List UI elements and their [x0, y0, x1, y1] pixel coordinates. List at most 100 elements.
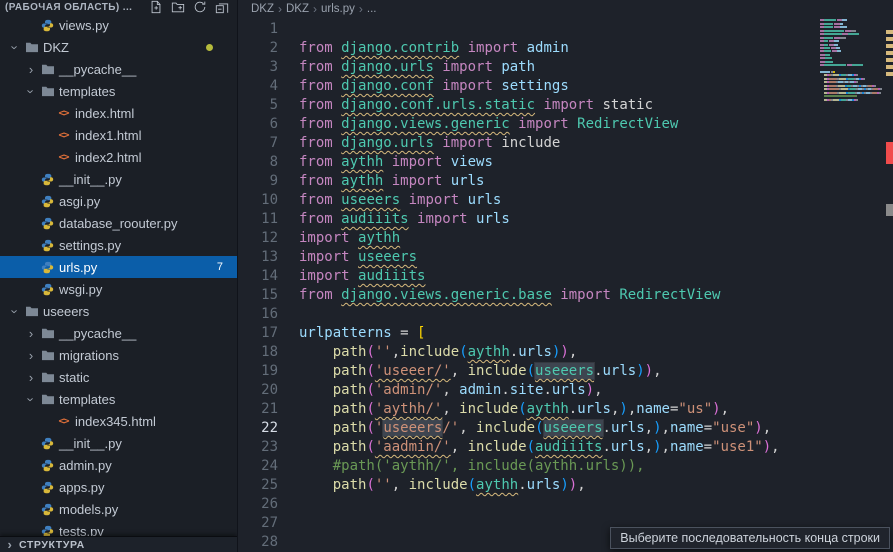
line-number[interactable]: 5 [238, 96, 278, 115]
line-number[interactable]: 15 [238, 286, 278, 305]
code-line-text[interactable]: from django.urls import include [278, 134, 560, 153]
code-line-text[interactable]: path('',include(aythh.urls)), [278, 343, 577, 362]
tree-item-admin.py[interactable]: admin.py [0, 454, 237, 476]
tree-item-tests.py[interactable]: tests.py [0, 520, 237, 537]
line-number[interactable]: 19 [238, 362, 278, 381]
code-line-text[interactable]: path('aythh/', include(aythh.urls,),name… [278, 400, 729, 419]
folder-icon [38, 85, 57, 97]
breadcrumb-separator-icon: › [359, 2, 363, 16]
code-line-text[interactable]: from django.conf.urls.static import stat… [278, 96, 653, 115]
tree-item-settings.py[interactable]: settings.py [0, 234, 237, 256]
overview-ruler[interactable] [886, 0, 893, 552]
line-number[interactable]: 10 [238, 191, 278, 210]
code-line-text[interactable]: from aythh import urls [278, 172, 484, 191]
line-number[interactable]: 2 [238, 39, 278, 58]
line-number[interactable]: 3 [238, 58, 278, 77]
code-line-text[interactable] [278, 20, 299, 39]
line-number[interactable]: 23 [238, 438, 278, 457]
line-number[interactable]: 8 [238, 153, 278, 172]
line-number[interactable]: 7 [238, 134, 278, 153]
code-line-text[interactable]: import useeers [278, 248, 417, 267]
tree-item-views.py[interactable]: views.py [0, 14, 237, 36]
code-line-text[interactable]: path('admin/', admin.site.urls), [278, 381, 603, 400]
code-line-text[interactable]: path('aadmin/', include(audiiits.urls,),… [278, 438, 780, 457]
line-number[interactable]: 9 [238, 172, 278, 191]
line-number[interactable]: 22 [238, 419, 278, 438]
code-line-text[interactable]: import aythh [278, 229, 400, 248]
code-line: 1 [238, 20, 819, 39]
collapse-all-icon[interactable] [215, 0, 229, 14]
tree-item-useeers[interactable]: ›useeers [0, 300, 237, 322]
line-number[interactable]: 11 [238, 210, 278, 229]
code-line: 12import aythh [238, 229, 819, 248]
breadcrumb-item[interactable]: ... [367, 3, 377, 15]
code-line-text[interactable]: from useeers import urls [278, 191, 501, 210]
code-line: 19 path('useeer/', include(useeers.urls)… [238, 362, 819, 381]
problems-badge: 7 [217, 261, 223, 273]
tree-item-index345.html[interactable]: <>index345.html [0, 410, 237, 432]
line-number[interactable]: 4 [238, 77, 278, 96]
tree-item-__pycache__[interactable]: ›__pycache__ [0, 58, 237, 80]
tree-item-asgi.py[interactable]: asgi.py [0, 190, 237, 212]
code-line-text[interactable]: from django.views.generic import Redirec… [278, 115, 678, 134]
line-number[interactable]: 20 [238, 381, 278, 400]
code-line-text[interactable]: urlpatterns = [ [278, 324, 425, 343]
html-file-icon: <> [54, 416, 73, 427]
breadcrumb-item[interactable]: DKZ [286, 3, 309, 15]
python-file-icon [38, 239, 57, 252]
line-number[interactable]: 27 [238, 514, 278, 533]
tree-item-templates[interactable]: ›templates [0, 80, 237, 102]
python-file-icon [38, 19, 57, 32]
tree-item-static[interactable]: ›static [0, 366, 237, 388]
tree-item-wsgi.py[interactable]: wsgi.py [0, 278, 237, 300]
tree-item-templates[interactable]: ›templates [0, 388, 237, 410]
line-number[interactable]: 6 [238, 115, 278, 134]
code-line-text[interactable]: path('', include(aythh.urls)), [278, 476, 586, 495]
line-number[interactable]: 16 [238, 305, 278, 324]
code-line-text[interactable]: from django.contrib import admin [278, 39, 569, 58]
tree-item-index2.html[interactable]: <>index2.html [0, 146, 237, 168]
tree-item-DKZ[interactable]: ›DKZ [0, 36, 237, 58]
breadcrumb-item[interactable]: DKZ [251, 3, 274, 15]
line-number[interactable]: 17 [238, 324, 278, 343]
line-number[interactable]: 18 [238, 343, 278, 362]
code-line-text[interactable]: from aythh import views [278, 153, 493, 172]
tree-item-__init__.py[interactable]: __init__.py [0, 168, 237, 190]
tree-item-index1.html[interactable]: <>index1.html [0, 124, 237, 146]
code-line-text[interactable]: from django.urls import path [278, 58, 535, 77]
code-line-text[interactable]: from django.views.generic.base import Re… [278, 286, 720, 305]
code-line-text[interactable]: path('useeers/', include(useeers.urls,),… [278, 419, 771, 438]
code-line-text[interactable] [278, 533, 299, 552]
tree-item-models.py[interactable]: models.py [0, 498, 237, 520]
new-folder-icon[interactable] [171, 0, 185, 14]
line-number[interactable]: 21 [238, 400, 278, 419]
outline-section-header[interactable]: › СТРУКТУРА [0, 536, 237, 552]
tree-item-database_roouter.py[interactable]: database_roouter.py [0, 212, 237, 234]
line-number[interactable]: 26 [238, 495, 278, 514]
code-line-text[interactable] [278, 514, 299, 533]
tree-item-urls.py[interactable]: urls.py7 [0, 256, 237, 278]
code-line-text[interactable]: path('useeer/', include(useeers.urls)), [278, 362, 662, 381]
line-number[interactable]: 13 [238, 248, 278, 267]
tree-item-__pycache__[interactable]: ›__pycache__ [0, 322, 237, 344]
line-number[interactable]: 24 [238, 457, 278, 476]
tree-item-__init__.py[interactable]: __init__.py [0, 432, 237, 454]
tree-item-index.html[interactable]: <>index.html [0, 102, 237, 124]
code-line-text[interactable]: from django.conf import settings [278, 77, 569, 96]
line-number[interactable]: 12 [238, 229, 278, 248]
code-line-text[interactable]: from audiiits import urls [278, 210, 510, 229]
line-number[interactable]: 14 [238, 267, 278, 286]
refresh-icon[interactable] [193, 0, 207, 14]
code-line-text[interactable]: #path('aythh/', include(aythh.urls)), [278, 457, 645, 476]
breadcrumb-item[interactable]: urls.py [321, 3, 355, 15]
line-number[interactable]: 1 [238, 20, 278, 39]
minimap[interactable] [820, 16, 884, 112]
code-line-text[interactable] [278, 305, 299, 324]
tree-item-migrations[interactable]: ›migrations [0, 344, 237, 366]
tree-item-apps.py[interactable]: apps.py [0, 476, 237, 498]
new-file-icon[interactable] [149, 0, 163, 14]
line-number[interactable]: 25 [238, 476, 278, 495]
code-line-text[interactable] [278, 495, 299, 514]
line-number[interactable]: 28 [238, 533, 278, 552]
code-line-text[interactable]: import audiiits [278, 267, 425, 286]
